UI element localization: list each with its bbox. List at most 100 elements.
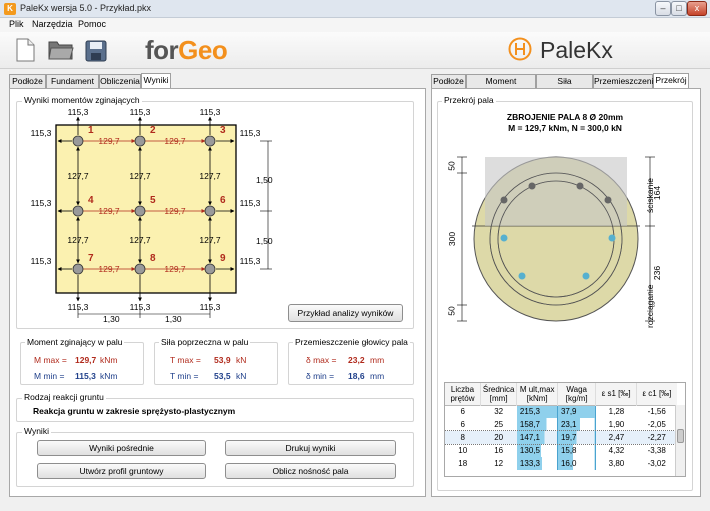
palekx-logo-icon xyxy=(508,37,532,61)
rebar-cell: 147,1 xyxy=(516,431,558,444)
rebar-cell: 18 xyxy=(458,459,468,468)
tab-displacement[interactable]: Przemieszczenie xyxy=(593,74,658,88)
v-moment-label: 127,7 xyxy=(199,171,221,181)
maximize-button[interactable]: □ xyxy=(671,1,687,16)
rebar-row[interactable]: 8 20 147,1 19,7 2,47 -2,27 xyxy=(445,430,678,445)
right-tabbar: Podłoże Moment zginający Siła poprzeczna… xyxy=(431,73,701,98)
rebar-cell: 1,90 xyxy=(608,420,625,429)
h-moment-label: 129,7 xyxy=(164,136,186,146)
pile-number: 6 xyxy=(220,195,226,206)
pile-circle xyxy=(72,263,84,275)
results-group-title: Wyniki xyxy=(22,426,51,436)
v-moment-label: 127,7 xyxy=(199,235,221,245)
v-moment-label: 127,7 xyxy=(67,235,89,245)
shear-max-label: T max = xyxy=(170,355,201,365)
shear-min-unit: kN xyxy=(236,371,247,381)
dim-right-1: 1,50 xyxy=(256,175,273,185)
palekx-brand: PaleKx xyxy=(540,37,613,63)
tab-shear[interactable]: Siła poprzeczna xyxy=(536,74,593,98)
new-file-icon[interactable] xyxy=(14,38,36,62)
pile-circle xyxy=(204,135,216,147)
h-moment-label: 129,7 xyxy=(98,206,120,216)
section-heading-2: M = 129,7 kNm, N = 300,0 kN xyxy=(508,123,622,133)
shear-group-title: Siła poprzeczna w palu xyxy=(159,337,251,347)
menu-plik[interactable]: Plik xyxy=(9,19,24,29)
rebar-row[interactable]: 6 32 215,3 37,9 1,28 -1,56 xyxy=(445,405,677,418)
rebar-cell: 25 xyxy=(494,420,504,429)
pile-number: 5 xyxy=(150,195,156,206)
rebar-cell: 6 xyxy=(460,420,465,429)
displacement-max-value: 23,2 xyxy=(348,355,365,365)
moment-min-value: 115,3 xyxy=(75,371,96,381)
col-count: Liczba prętów xyxy=(445,383,481,405)
displacement-min-unit: mm xyxy=(370,371,385,381)
pile-number: 9 xyxy=(220,253,226,264)
pile-number: 8 xyxy=(150,253,156,264)
displacement-min-value: 18,6 xyxy=(348,371,365,381)
compute-pile-capacity-button[interactable]: Oblicz nośność pala xyxy=(225,463,396,479)
print-results-button[interactable]: Drukuj wyniki xyxy=(225,440,396,456)
tab-section[interactable]: Przekrój xyxy=(653,73,689,88)
col-es1: ε s1 [‰] xyxy=(595,383,637,405)
col-ec1: ε c1 [‰] xyxy=(642,389,672,399)
intermediate-results-button[interactable]: Wyniki pośrednie xyxy=(37,440,206,456)
analysis-example-button[interactable]: Przykład analizy wyników xyxy=(288,304,403,322)
top-label: 115,3 xyxy=(130,108,151,117)
pile-circle xyxy=(134,263,146,275)
h-moment-label: 129,7 xyxy=(164,264,186,274)
create-soil-profile-button[interactable]: Utwórz profil gruntowy xyxy=(37,463,206,479)
rebar-cell: 6 xyxy=(460,407,465,417)
right-label: 115,3 xyxy=(240,256,261,266)
pile-circle xyxy=(134,205,146,217)
col-mult: M ult,max [kNm] xyxy=(516,383,558,405)
menu-narzedzia[interactable]: Narzędzia xyxy=(32,19,73,29)
tab-podloze-right[interactable]: Podłoże xyxy=(431,74,466,88)
left-label: 115,3 xyxy=(31,198,52,208)
close-button[interactable]: x xyxy=(687,1,707,16)
moments-group-title: Wyniki momentów zginających xyxy=(22,95,142,105)
moment-min-unit: kNm xyxy=(100,371,118,381)
left-tabbar: Podłoże Fundament Obliczenia Wyniki xyxy=(9,73,429,88)
pile-circle xyxy=(204,263,216,275)
pile-grid-diagram: 129,7 129,7 129,7 129,7 129,7 129,7 127,7 127,7… xyxy=(31,108,272,318)
rebar-cell: 16,0 xyxy=(557,457,597,470)
rebar-table-grid: Liczba prętów Średnica [mm] M ult,max [k… xyxy=(445,383,678,470)
menu-pomoc[interactable]: Pomoc xyxy=(78,19,106,29)
rebar-row[interactable]: 18 12 133,3 16,0 3,80 -3,02 xyxy=(445,457,677,470)
rebar-row[interactable]: 6 25 158,7 23,1 1,90 -2,05 xyxy=(445,418,677,431)
section-group-title: Przekrój pala xyxy=(442,95,496,105)
pile-number: 3 xyxy=(220,125,226,136)
tab-fundament[interactable]: Fundament xyxy=(46,74,99,88)
rebar-cell: 19,7 xyxy=(557,431,597,444)
rebar-row[interactable]: 10 16 130,5 15,8 4,32 -3,38 xyxy=(445,444,677,457)
pile-circle xyxy=(72,205,84,217)
save-icon[interactable] xyxy=(85,40,107,62)
rebar-cell: 215,3 xyxy=(516,405,558,418)
displacement-max-label: δ max = xyxy=(306,355,337,365)
rebar-cell: -3,38 xyxy=(647,446,666,455)
tab-podloze[interactable]: Podłoże xyxy=(9,74,46,88)
open-folder-icon[interactable] xyxy=(48,39,74,61)
forgeo-logo: forGeo xyxy=(145,35,228,65)
moment-max-unit: kNm xyxy=(100,355,118,365)
table-scrollbar[interactable] xyxy=(675,405,685,476)
rebar-cell: 15,8 xyxy=(557,444,597,457)
v-moment-label: 127,7 xyxy=(129,235,151,245)
scrollbar-thumb[interactable] xyxy=(677,429,684,443)
moment-max-label: M max = xyxy=(34,355,67,365)
tab-wyniki[interactable]: Wyniki xyxy=(141,73,171,88)
minimize-button[interactable]: – xyxy=(655,1,671,16)
tab-obliczenia[interactable]: Obliczenia xyxy=(99,74,141,88)
rebar-cell: -1,56 xyxy=(647,407,666,417)
shear-min-label: T min = xyxy=(170,371,199,381)
top-label: 115,3 xyxy=(200,108,221,117)
tab-moment[interactable]: Moment zginający xyxy=(466,74,536,98)
app-icon: K xyxy=(4,3,16,15)
rebar-cell: 2,47 xyxy=(608,433,625,442)
left-label: 115,3 xyxy=(31,256,52,266)
right-label: 115,3 xyxy=(240,128,261,138)
section-dim-left-2: 300 xyxy=(447,231,458,247)
v-moment-label: 127,7 xyxy=(129,171,151,181)
rebar-cell: 130,5 xyxy=(516,444,558,457)
v-moment-label: 127,7 xyxy=(67,171,89,181)
